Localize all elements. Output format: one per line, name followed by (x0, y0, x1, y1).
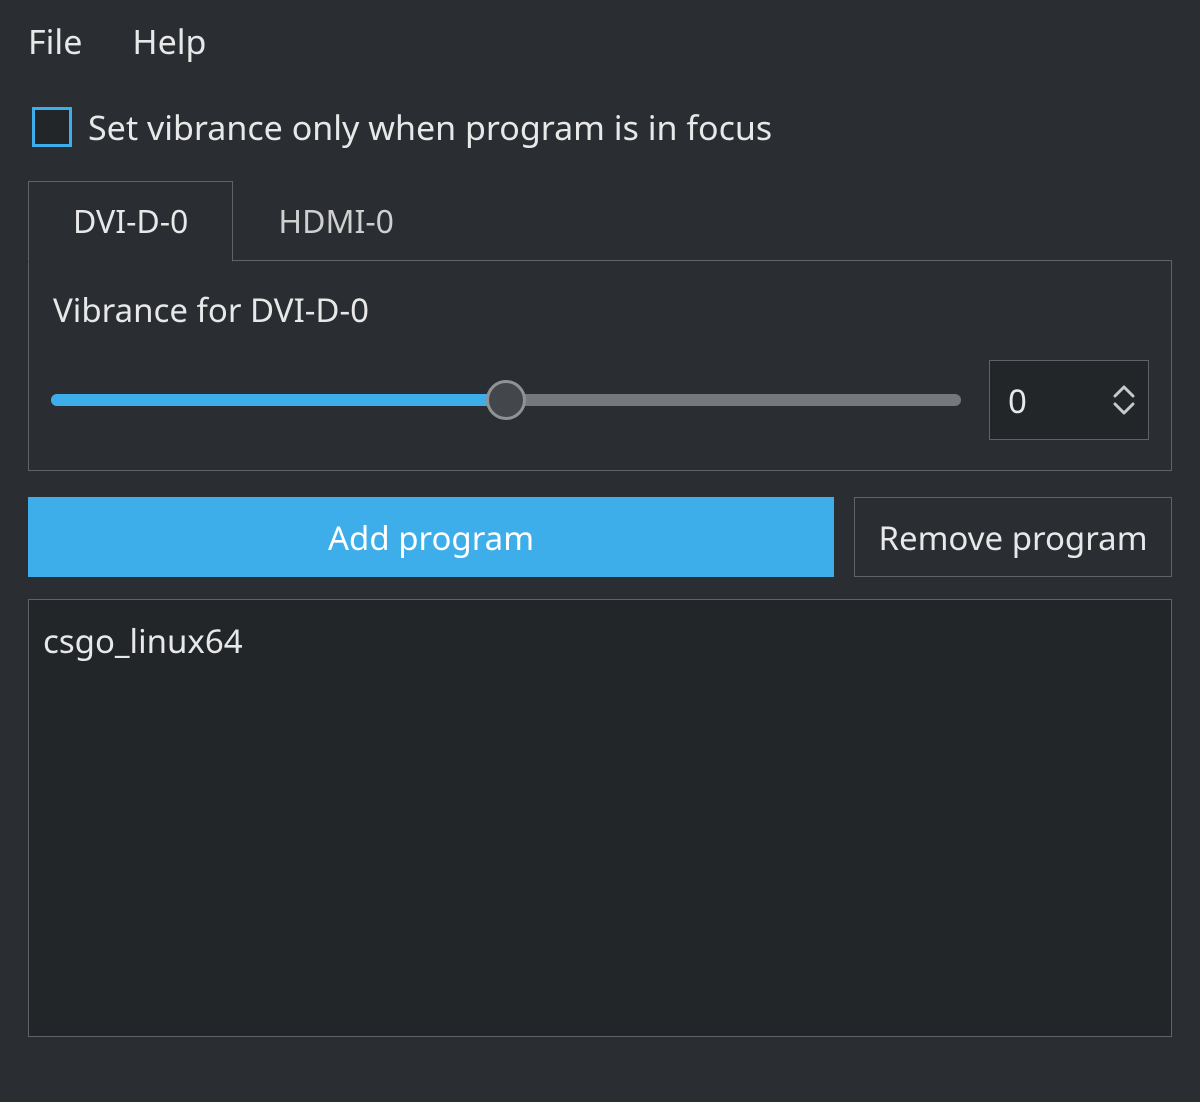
chevron-down-icon (1113, 402, 1135, 416)
tab-dvi-d-0[interactable]: DVI-D-0 (28, 181, 233, 262)
vibrance-spinbox-arrows (1104, 361, 1148, 439)
spinbox-up-button[interactable] (1104, 384, 1144, 398)
tab-pane: Vibrance for DVI-D-0 0 (28, 260, 1172, 471)
vibrance-slider-row: 0 (51, 360, 1149, 440)
chevron-up-icon (1113, 384, 1135, 398)
menu-help[interactable]: Help (132, 18, 206, 64)
tab-hdmi-0[interactable]: HDMI-0 (233, 181, 439, 262)
add-program-button[interactable]: Add program (28, 497, 834, 577)
tab-strip: DVI-D-0 HDMI-0 (28, 180, 1172, 261)
program-button-row: Add program Remove program (28, 497, 1172, 577)
vibrance-spinbox[interactable]: 0 (989, 360, 1149, 440)
vibrance-label: Vibrance for DVI-D-0 (53, 287, 1149, 332)
list-item[interactable]: csgo_linux64 (43, 612, 1157, 669)
slider-thumb[interactable] (486, 380, 526, 420)
remove-program-button[interactable]: Remove program (854, 497, 1172, 577)
menu-bar: File Help (0, 0, 1200, 84)
program-list[interactable]: csgo_linux64 (28, 599, 1172, 1037)
menu-file[interactable]: File (28, 18, 82, 64)
focus-checkbox-label: Set vibrance only when program is in foc… (88, 104, 772, 150)
focus-checkbox[interactable] (32, 107, 72, 147)
vibrance-spinbox-value[interactable]: 0 (990, 361, 1104, 439)
spinbox-down-button[interactable] (1104, 402, 1144, 416)
focus-checkbox-row: Set vibrance only when program is in foc… (32, 104, 1172, 150)
main-content: Set vibrance only when program is in foc… (0, 104, 1200, 1065)
vibrance-slider[interactable] (51, 378, 961, 422)
slider-fill (51, 394, 506, 406)
